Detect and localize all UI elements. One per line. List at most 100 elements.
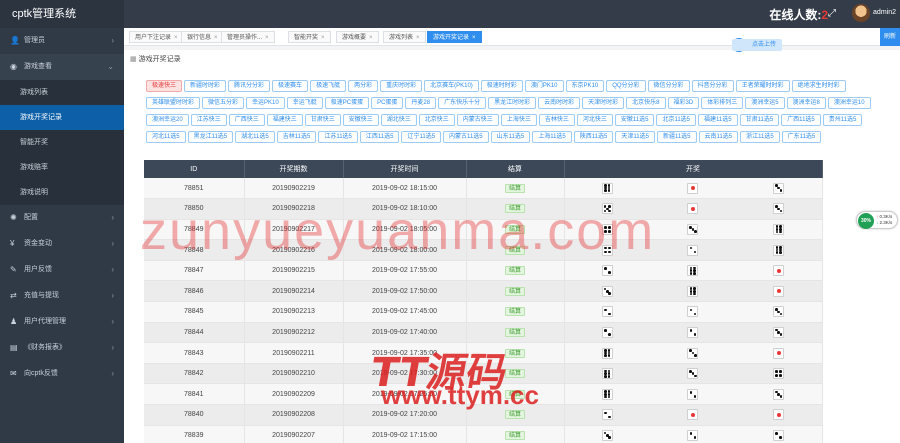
sidebar-item-7[interactable]: ▤ 《财务报表》 › bbox=[0, 335, 124, 361]
game-filter-button[interactable]: 黑龙江11选5 bbox=[187, 131, 234, 143]
sidebar-item-1[interactable]: ◉ 游戏查看 ⌄ bbox=[0, 54, 124, 80]
game-filter-button[interactable]: 英雄联盟时时彩 bbox=[146, 97, 201, 109]
game-filter-button[interactable]: 极速时时彩 bbox=[480, 80, 523, 92]
sidebar-item-2[interactable]: ✺ 配置 › bbox=[0, 205, 124, 231]
game-filter-button[interactable]: 安徽快三 bbox=[342, 114, 379, 126]
game-filter-button[interactable]: 两分彩 bbox=[348, 80, 379, 92]
game-filter-button[interactable]: 江苏快三 bbox=[190, 114, 227, 126]
game-filter-button[interactable]: 东京PK10 bbox=[565, 80, 605, 92]
game-filter-button[interactable]: 福建11选5 bbox=[698, 114, 738, 126]
game-filter-button[interactable]: 微信分分彩 bbox=[647, 80, 690, 92]
game-filter-button[interactable]: 江苏11选5 bbox=[318, 131, 358, 143]
game-filter-button[interactable]: 幸运PK10 bbox=[246, 97, 285, 109]
game-filter-button[interactable]: 新疆时时彩 bbox=[184, 80, 227, 92]
game-filter-button[interactable]: 云南时时彩 bbox=[538, 97, 581, 109]
close-icon[interactable]: × bbox=[416, 35, 420, 41]
game-filter-button[interactable]: 陕西11选5 bbox=[573, 131, 614, 143]
game-filter-button[interactable]: 澳洲幸运8 bbox=[786, 97, 826, 109]
game-filter-button[interactable]: 新疆11选5 bbox=[656, 131, 697, 143]
game-filter-button[interactable]: 上海11选5 bbox=[532, 131, 572, 143]
game-filter-button[interactable]: 河北11选5 bbox=[146, 131, 186, 143]
game-filter-button[interactable]: 江西11选5 bbox=[359, 131, 400, 143]
game-filter-button[interactable]: 上海快三 bbox=[500, 114, 537, 126]
game-filter-button[interactable]: 河北快三 bbox=[576, 114, 613, 126]
game-filter-button[interactable]: PC蛋蛋 bbox=[371, 97, 404, 109]
game-filter-button[interactable]: 天津11选5 bbox=[615, 131, 655, 143]
close-icon[interactable]: × bbox=[265, 35, 269, 41]
close-icon[interactable]: × bbox=[174, 35, 178, 41]
game-filter-button[interactable]: 广西11选5 bbox=[781, 114, 821, 126]
game-filter-button[interactable]: 黑龙江时时彩 bbox=[488, 97, 537, 109]
sidebar-subitem-0[interactable]: 游戏列表 bbox=[0, 80, 124, 105]
username[interactable]: admin2 bbox=[873, 9, 896, 16]
tab-2[interactable]: 管理员操作... × bbox=[221, 31, 275, 43]
game-filter-button[interactable]: 内蒙古11选5 bbox=[443, 131, 489, 143]
game-filter-button[interactable]: 丹麦28 bbox=[405, 97, 437, 109]
game-filter-button[interactable]: 山东11选5 bbox=[490, 131, 531, 143]
game-filter-button[interactable]: 极速赛车 bbox=[272, 80, 309, 92]
sidebar-item-3[interactable]: ¥ 资金变动 › bbox=[0, 231, 124, 257]
game-filter-button[interactable]: 广东11选5 bbox=[781, 131, 822, 143]
sidebar-item-6[interactable]: ♟ 用户代理管理 › bbox=[0, 309, 124, 335]
tab-4[interactable]: 游戏概要 × bbox=[336, 31, 379, 43]
close-icon[interactable]: × bbox=[214, 35, 218, 41]
game-filter-button[interactable]: 吉林11选5 bbox=[276, 131, 317, 143]
sidebar-item-4[interactable]: ✎ 用户反馈 › bbox=[0, 257, 124, 283]
tab-6[interactable]: 游戏开奖记录 × bbox=[427, 31, 482, 43]
game-filter-button[interactable]: 腾讯分分彩 bbox=[228, 80, 271, 92]
close-icon[interactable]: × bbox=[321, 35, 325, 41]
game-filter-button[interactable]: 北京快乐8 bbox=[626, 97, 666, 109]
game-filter-button[interactable]: 内蒙古快三 bbox=[456, 114, 499, 126]
tab-0[interactable]: 用户下注记录 × bbox=[129, 31, 184, 43]
sidebar-item-0[interactable]: 👤 管理员 › bbox=[0, 28, 124, 54]
game-filter-button[interactable]: 抖音分分彩 bbox=[691, 80, 734, 92]
game-filter-button[interactable]: 绝地求生时时彩 bbox=[791, 80, 846, 92]
sidebar-subitem-1[interactable]: 游戏开奖记录 bbox=[0, 105, 124, 130]
tab-1[interactable]: 银行信息 × bbox=[181, 31, 224, 43]
game-filter-button[interactable]: 安徽11选5 bbox=[614, 114, 655, 126]
game-filter-button[interactable]: 甘肃快三 bbox=[304, 114, 341, 126]
avatar[interactable] bbox=[852, 4, 870, 22]
game-filter-button[interactable]: 辽宁11选5 bbox=[401, 131, 442, 143]
game-filter-button[interactable]: 王者荣耀时时彩 bbox=[735, 80, 790, 92]
upload-button[interactable]: 点击上传 bbox=[732, 39, 782, 51]
tab-3[interactable]: 智能开奖 × bbox=[288, 31, 331, 43]
game-filter-button[interactable]: 澳洲幸运10 bbox=[827, 97, 871, 109]
game-filter-button[interactable]: 云南11选5 bbox=[698, 131, 739, 143]
game-filter-button[interactable]: 天津时时彩 bbox=[582, 97, 625, 109]
game-filter-button[interactable]: 湖北11选5 bbox=[235, 131, 275, 143]
sidebar-item-5[interactable]: ⇄ 充值与提现 › bbox=[0, 283, 124, 309]
sidebar-subitem-2[interactable]: 智能开奖 bbox=[0, 130, 124, 155]
game-filter-button[interactable]: 广东快乐十分 bbox=[438, 97, 487, 109]
game-filter-button[interactable]: 北京11选5 bbox=[656, 114, 697, 126]
game-filter-button[interactable]: 吉林快三 bbox=[538, 114, 575, 126]
game-filter-button[interactable]: 甘肃11选5 bbox=[739, 114, 780, 126]
game-filter-button[interactable]: 重庆时时彩 bbox=[380, 80, 423, 92]
close-icon[interactable]: × bbox=[369, 35, 373, 41]
network-speed-widget[interactable]: 30% ↑ 0.3K/s ↓ 2.3K/s bbox=[856, 211, 898, 229]
game-filter-button[interactable]: 湖北快三 bbox=[380, 114, 417, 126]
refresh-button[interactable]: 刷新 bbox=[880, 28, 900, 46]
game-filter-button[interactable]: 微信五分彩 bbox=[202, 97, 245, 109]
game-filter-button[interactable]: 福建快三 bbox=[266, 114, 303, 126]
game-filter-button[interactable]: 幸运飞艇 bbox=[286, 97, 323, 109]
fullscreen-icon[interactable]: ⤢ bbox=[828, 8, 836, 19]
sidebar-subitem-3[interactable]: 游戏赔率 bbox=[0, 155, 124, 180]
game-filter-button[interactable]: 贵州11选5 bbox=[822, 114, 863, 126]
game-filter-button[interactable]: 广西快三 bbox=[228, 114, 265, 126]
game-filter-button[interactable]: 北京赛车(PK10) bbox=[424, 80, 479, 92]
game-filter-button[interactable]: QQ分分彩 bbox=[606, 80, 646, 92]
game-filter-button[interactable]: 北京快三 bbox=[418, 114, 455, 126]
sidebar-item-8[interactable]: ✉ 向cptk反馈 › bbox=[0, 361, 124, 387]
game-filter-button[interactable]: 澳洲幸运5 bbox=[745, 97, 785, 109]
game-filter-button[interactable]: 澳门PK10 bbox=[524, 80, 564, 92]
game-filter-button[interactable]: 浙江11选5 bbox=[740, 131, 780, 143]
tab-5[interactable]: 游戏列表 × bbox=[383, 31, 426, 43]
sidebar-subitem-4[interactable]: 游戏说明 bbox=[0, 180, 124, 205]
game-filter-button[interactable]: 极速快三 bbox=[146, 80, 183, 92]
game-filter-button[interactable]: 极速飞艇 bbox=[310, 80, 347, 92]
close-icon[interactable]: × bbox=[472, 35, 476, 41]
game-filter-button[interactable]: 体彩排列三 bbox=[701, 97, 744, 109]
game-filter-button[interactable]: 福彩3D bbox=[667, 97, 700, 109]
game-filter-button[interactable]: 澳洲幸运20 bbox=[146, 114, 189, 126]
